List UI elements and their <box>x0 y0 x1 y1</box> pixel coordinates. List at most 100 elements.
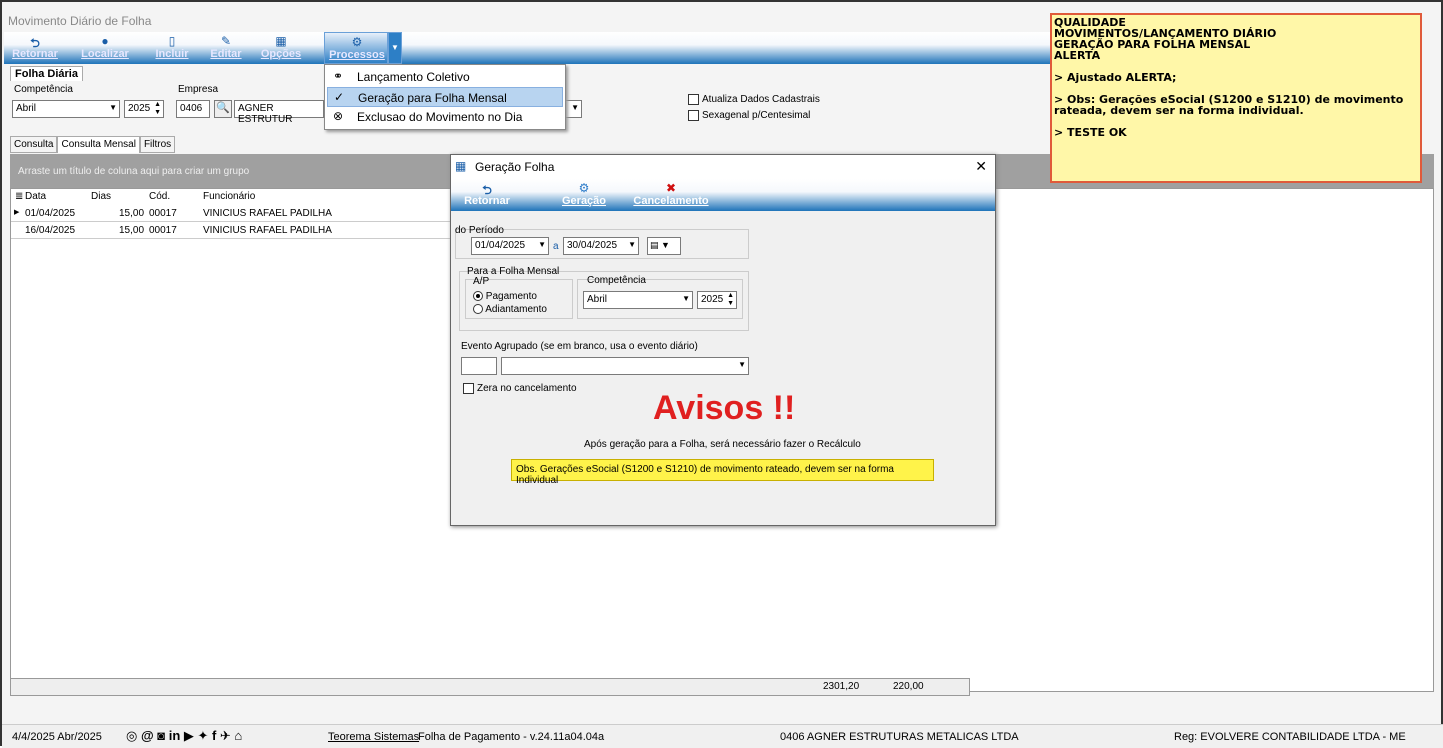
group-hint: Arraste um título de coluna aqui para cr… <box>18 166 250 177</box>
sexagenal-label: Sexagenal p/Centesimal <box>702 110 811 121</box>
alert-line: GERAÇÃO PARA FOLHA MENSAL <box>1054 38 1251 51</box>
comp-label: Competência <box>587 275 646 286</box>
menu-item-lancamento-coletivo[interactable]: ⚭ Lançamento Coletivo <box>327 67 563 87</box>
evento-select[interactable]: ▼ <box>501 357 749 375</box>
alert-note: QUALIDADE MOVIMENTOS/LANÇAMENTO DIÁRIO G… <box>1050 13 1422 183</box>
empresa-code-value: 0406 <box>180 103 203 114</box>
avisos-heading: Avisos !! <box>653 389 796 427</box>
spin-arrows-icon: ▲ ▼ <box>727 292 734 307</box>
col-dias[interactable]: Dias <box>91 191 111 202</box>
radio-adiantamento[interactable]: Adiantamento <box>473 304 547 315</box>
tab-filtros[interactable]: Filtros <box>139 136 176 153</box>
delete-icon: ⊗ <box>333 109 344 123</box>
competencia-month-value: Abril <box>16 103 37 114</box>
status-date: 4/4/2025 Abr/2025 <box>12 731 102 743</box>
checkbox-box[interactable] <box>688 110 699 121</box>
incluir-button[interactable]: ▯ Incluir <box>152 34 192 60</box>
group-icon: ⚭ <box>333 69 344 83</box>
competencia-year-value: 2025 <box>128 103 151 114</box>
close-icon[interactable]: ✕ <box>975 158 987 175</box>
chevron-down-icon: ▼ <box>682 294 690 303</box>
comp-year-spinner[interactable]: 2025 ▲ ▼ <box>697 291 737 309</box>
atualiza-label: Atualiza Dados Cadastrais <box>702 94 820 105</box>
periodo-label: do Período <box>455 225 504 236</box>
retornar-button[interactable]: ⮌ Retornar <box>10 34 60 60</box>
empresa-name-field: AGNER ESTRUTUR <box>234 100 324 125</box>
social-icons[interactable]: ◎ @ ◙ in ▶ ✦ f ✈ ⌂ <box>126 728 242 744</box>
competencia-label: Competência <box>14 84 73 95</box>
evento-label: Evento Agrupado (se em branco, usa o eve… <box>461 341 698 352</box>
column-chooser-icon[interactable]: ≣ <box>15 191 23 202</box>
totals-row: 2301,20 220,00 <box>10 678 970 696</box>
alert-line: > Obs: Gerações eSocial (S1200 e S1210) … <box>1054 93 1404 117</box>
empresa-search-icon[interactable]: 🔍 <box>214 100 232 118</box>
menu-item-exclusao[interactable]: ⊗ Exclusao do Movimento no Dia <box>327 107 563 127</box>
tab-consulta-mensal[interactable]: Consulta Mensal <box>57 136 140 153</box>
chevron-down-icon: ▼ <box>109 103 117 112</box>
tab-consulta[interactable]: Consulta <box>10 136 58 153</box>
menu-item-geracao-folha[interactable]: ✓ Geração para Folha Mensal <box>327 87 563 107</box>
main-toolbar: ⮌ Retornar ● Localizar ▯ Incluir ✎ Editar ▦ O… <box>4 32 1050 64</box>
cell-func: VINICIUS RAFAEL PADILHA <box>203 225 332 236</box>
new-doc-icon: ▯ <box>168 34 176 48</box>
cell-data: 01/04/2025 <box>25 208 76 219</box>
comp-month-select[interactable]: Abril ▼ <box>583 291 693 309</box>
dialog-geracao-button[interactable]: ⚙ Geração <box>559 181 609 207</box>
col-funcionario[interactable]: Funcionário <box>203 191 255 202</box>
periodo-to-value: 30/04/2025 <box>567 240 618 251</box>
dialog-cancelamento-button[interactable]: ✖ Cancelamento <box>631 181 711 207</box>
atualiza-checkbox[interactable]: Atualiza Dados Cadastrais <box>688 94 820 105</box>
table-row[interactable]: ▶ 01/04/2025 15,00 00017 VINICIUS RAFAEL… <box>11 206 451 222</box>
editar-button[interactable]: ✎ Editar <box>206 34 246 60</box>
evento-code-input[interactable] <box>461 357 497 375</box>
row-pointer-icon: ▶ <box>14 209 20 216</box>
obs-text: Obs. Gerações eSocial (S1200 e S1210) de… <box>516 464 894 486</box>
processos-button[interactable]: ⚙ Processos <box>324 32 388 64</box>
localizar-button[interactable]: ● Localizar <box>80 34 130 60</box>
col-cod[interactable]: Cód. <box>149 191 170 202</box>
dialog-toolbar: ⮌ Retornar ⚙ Geração ✖ Cancelamento <box>451 179 995 211</box>
checkbox-box[interactable] <box>463 383 474 394</box>
competencia-year-spinner[interactable]: 2025 ▲ ▼ <box>124 100 164 118</box>
dialog-retornar-button[interactable]: ⮌ Retornar <box>457 181 517 207</box>
radio-label: Adiantamento <box>485 304 547 315</box>
cell-cod: 00017 <box>149 225 177 236</box>
alert-line: > Ajustado ALERTA; <box>1054 71 1177 84</box>
calendar-icon[interactable]: ▤ ▼ <box>647 237 681 255</box>
cell-dias: 15,00 <box>119 225 145 236</box>
radio-icon[interactable] <box>473 304 483 315</box>
teorema-link[interactable]: Teorema Sistemas <box>328 731 419 743</box>
tab-folha-diaria[interactable]: Folha Diária <box>10 66 83 81</box>
alert-line: > TESTE OK <box>1054 126 1127 139</box>
checkbox-box[interactable] <box>688 94 699 105</box>
spin-arrows-icon: ▲ ▼ <box>154 101 161 116</box>
window-title: Movimento Diário de Folha <box>8 14 152 28</box>
radio-pagamento[interactable]: Pagamento <box>473 291 537 302</box>
recalculo-notice: Após geração para a Folha, será necessár… <box>584 439 861 450</box>
zera-label: Zera no cancelamento <box>477 383 577 394</box>
cell-func: VINICIUS RAFAEL PADILHA <box>203 208 332 219</box>
edit-icon: ✎ <box>220 34 232 48</box>
sexagenal-checkbox[interactable]: Sexagenal p/Centesimal <box>688 110 810 121</box>
radio-icon[interactable] <box>473 291 483 302</box>
periodo-from-picker[interactable]: 01/04/2025 ▼ <box>471 237 549 255</box>
periodo-to-picker[interactable]: 30/04/2025 ▼ <box>563 237 639 255</box>
total-2: 220,00 <box>893 681 924 692</box>
opcoes-button[interactable]: ▦ Opções <box>256 34 306 60</box>
subtab-strip: Consulta Consulta Mensal Filtros <box>10 136 176 153</box>
empresa-code-input[interactable]: 0406 <box>176 100 210 118</box>
competencia-month-select[interactable]: Abril ▼ <box>12 100 120 118</box>
btn-label: Retornar <box>464 195 510 207</box>
total-1: 2301,20 <box>823 681 860 692</box>
menu-label: Geração para Folha Mensal <box>358 91 507 105</box>
col-data[interactable]: Data <box>25 191 46 202</box>
processos-dropdown-arrow[interactable]: ▼ <box>388 32 402 64</box>
dialog-title: Geração Folha <box>475 160 555 174</box>
empresa-dropdown[interactable]: ▼ <box>564 100 582 118</box>
table-row[interactable]: 16/04/2025 15,00 00017 VINICIUS RAFAEL P… <box>11 223 451 239</box>
chevron-down-icon: ▼ <box>538 240 546 249</box>
menu-label: Exclusao do Movimento no Dia <box>357 110 523 124</box>
main-tab-strip: Folha Diária <box>10 66 83 82</box>
zera-checkbox[interactable]: Zera no cancelamento <box>463 383 577 394</box>
chevron-down-icon: ▼ <box>738 360 746 369</box>
